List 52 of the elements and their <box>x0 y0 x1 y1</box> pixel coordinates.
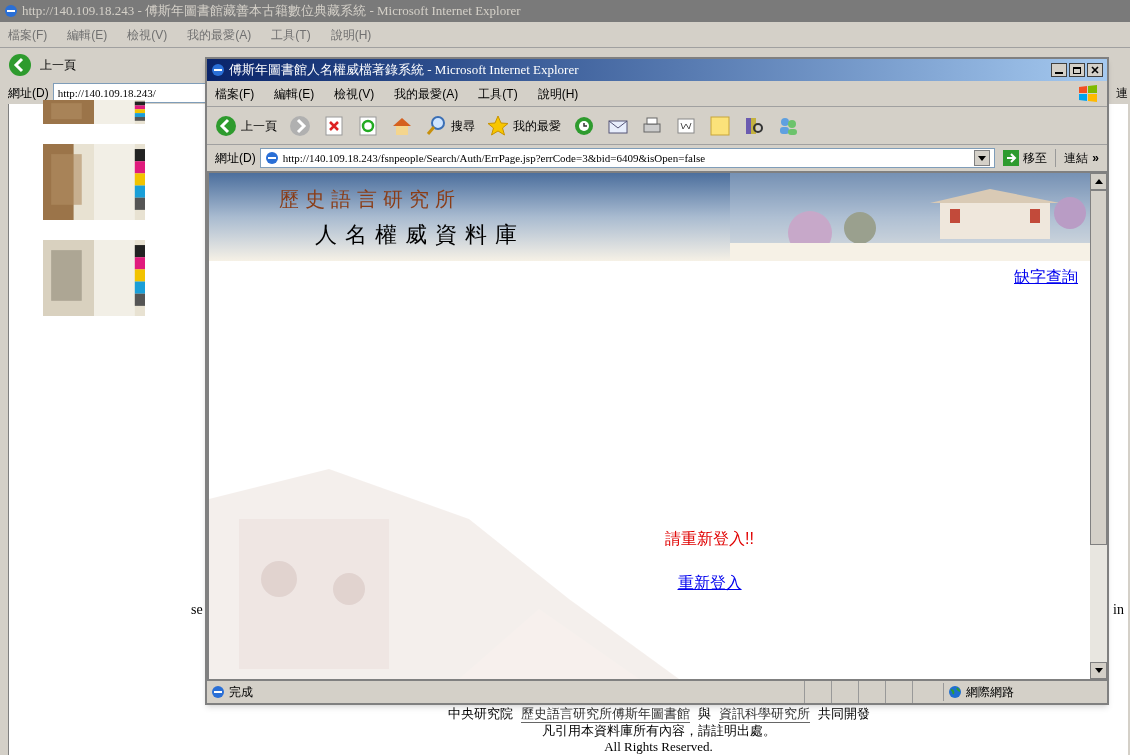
menu-item[interactable]: 我的最愛(A) <box>394 84 459 103</box>
refresh-icon[interactable] <box>357 114 379 137</box>
dropdown-button[interactable] <box>974 150 991 166</box>
window-title: http://140.109.18.243 - 傅斯年圖書館藏善本古籍數位典藏系統 - Microsoft Internet Explorer <box>22 2 521 21</box>
status-text: 完成 <box>229 684 253 701</box>
globe-icon <box>948 685 962 699</box>
scroll-up-icon[interactable] <box>1094 179 1103 184</box>
minimize-button[interactable] <box>1051 63 1067 77</box>
window-title: 傅斯年圖書館人名權威檔著錄系統 - Microsoft Internet Explorer <box>229 61 579 80</box>
star-icon[interactable] <box>487 114 509 137</box>
footer-link[interactable]: 歷史語言研究所傅斯年圖書館 <box>520 706 690 723</box>
stop-icon[interactable] <box>323 114 345 137</box>
search-button-label[interactable]: 搜尋 <box>451 116 475 135</box>
links-label[interactable]: 連結 <box>1055 149 1089 167</box>
menu-item[interactable]: 編輯(E) <box>274 84 315 103</box>
scroll-down-icon[interactable] <box>1094 668 1103 673</box>
go-arrow-icon <box>1003 150 1020 166</box>
address-field[interactable]: http://140.109.18.243/fsnpeople/Search/Auth/ErrPage.jsp?errCode=3&bid=6409&isOpen=false <box>259 148 996 168</box>
address-label: 網址(D) <box>215 150 256 167</box>
favorites-button-label[interactable]: 我的最愛 <box>513 116 561 135</box>
missing-character-link[interactable]: 缺字查詢 <box>1014 265 1078 289</box>
windows-logo-icon <box>1077 83 1099 104</box>
back-button-label[interactable]: 上一頁 <box>241 116 277 135</box>
maximize-button[interactable] <box>1069 63 1085 77</box>
search-icon[interactable] <box>425 114 447 137</box>
body-text: se <box>191 601 203 619</box>
footer-text: 中央研究院 <box>447 706 513 723</box>
relogin-link[interactable]: 重新登入 <box>677 571 742 595</box>
menu-item[interactable]: 檔案(F) <box>215 84 255 103</box>
menu-item[interactable]: 檢視(V) <box>334 84 375 103</box>
close-icon <box>1091 66 1099 74</box>
footer-link[interactable]: 資訊科學研究所 <box>718 706 810 723</box>
links-label[interactable]: 連 <box>1116 84 1128 102</box>
banner-subtitle: 人名權威資料庫 <box>315 220 526 249</box>
go-button[interactable]: 移至 <box>999 149 1052 167</box>
close-button[interactable] <box>1087 63 1103 77</box>
more-links-chevron[interactable]: » <box>1092 149 1099 167</box>
footer-text: 與 <box>697 706 711 723</box>
relogin-message: 請重新登入!! <box>665 529 754 549</box>
menu-item[interactable]: 工具(T) <box>478 84 518 103</box>
body-text: in <box>1113 601 1124 619</box>
footer-text: 共同開發 <box>817 706 870 723</box>
rights-text: All Rights Reserved. <box>604 739 713 755</box>
copyright-notice: 凡引用本資料庫所有內容，請註明出處。 <box>541 723 776 739</box>
address-label: 網址(D) <box>8 85 49 102</box>
zone-text: 網際網路 <box>966 684 1014 701</box>
back-button-label[interactable]: 上一頁 <box>40 56 76 74</box>
menu-item[interactable]: 說明(H) <box>537 84 579 103</box>
history-icon[interactable] <box>573 114 595 137</box>
banner-title: 歷史語言研究所 <box>279 185 462 213</box>
caret-icon <box>978 155 987 161</box>
scrollbar[interactable] <box>1090 173 1107 679</box>
